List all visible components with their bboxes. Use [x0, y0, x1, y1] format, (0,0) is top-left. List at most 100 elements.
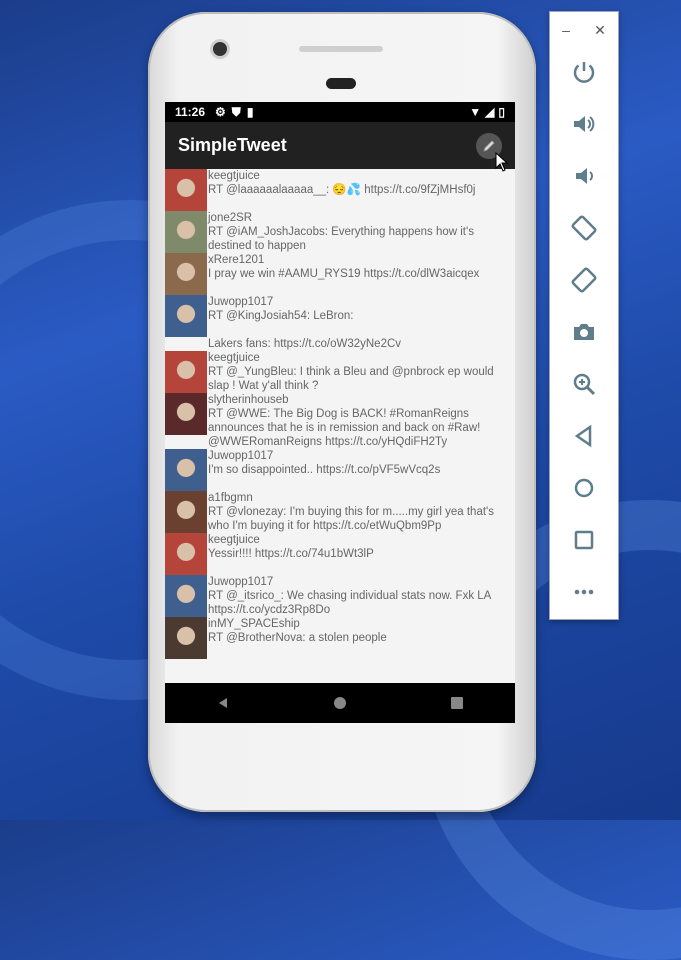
tweet-item[interactable]: Juwopp1017 RT @_itsrico_: We chasing indi… [165, 575, 515, 617]
tweet-text: RT @WWE: The Big Dog is BACK! #RomanReig… [208, 408, 481, 448]
tweet-body: keegtjuice RT @laaaaaalaaaaa__: 😔💦 https:… [207, 169, 475, 211]
camera-icon [574, 324, 594, 340]
tweet-text: RT @KingJosiah54: LeBron: [208, 310, 354, 322]
home-nav-icon[interactable] [333, 696, 347, 710]
tweet-handle: keegtjuice [208, 352, 260, 364]
tweet-body: xRere1201 I pray we win #AAMU_RYS19 https… [207, 253, 479, 295]
tweet-handle: jone2SR [208, 212, 253, 224]
settings-icon: ⚙ [215, 105, 226, 119]
earpiece-speaker [299, 46, 383, 52]
tweet-handle: Juwopp1017 [208, 296, 274, 308]
tweet-handle: keegtjuice [208, 170, 260, 182]
tweet-handle: Juwopp1017 [208, 450, 274, 462]
rotate-right-button[interactable] [550, 254, 618, 306]
tweet-handle: inMY_SPACEship [208, 618, 300, 630]
overview-icon [574, 530, 594, 550]
tweet-body: a1fbgmn RT @vlonezay: I'm buying this for… [207, 491, 515, 533]
home-icon [574, 478, 594, 498]
tweet-text: I pray we win #AAMU_RYS19 https://t.co/d… [208, 268, 480, 280]
tweet-item[interactable]: slytherinhouseb RT @WWE: The Big Dog is B… [165, 393, 515, 449]
tweet-text: Yessir!!!! https://t.co/74u1bWt3lP [208, 548, 374, 560]
tweet-item[interactable]: jone2SR RT @iAM_JoshJacobs: Everything ha… [165, 211, 515, 253]
tweet-item[interactable]: keegtjuice Yessir!!!! https://t.co/74u1bW… [165, 533, 515, 575]
power-button[interactable] [550, 46, 618, 98]
tweet-body: Juwopp1017 I'm so disappointed.. https://… [207, 449, 440, 491]
app-title: SimpleTweet [178, 135, 287, 155]
tweet-body: Juwopp1017 RT @KingJosiah54: LeBron: [207, 295, 354, 337]
close-button[interactable]: ✕ [594, 22, 606, 46]
tweet-item[interactable]: Juwopp1017 RT @KingJosiah54: LeBron: [165, 295, 515, 337]
avatar [165, 491, 207, 533]
back-nav-icon[interactable] [216, 696, 230, 710]
avatar [165, 253, 207, 295]
tweet-handle: a1fbgmn [208, 492, 253, 504]
status-time: 11:26 [175, 105, 206, 119]
tweet-text: RT @_YungBleu: I think a Bleu and @pnbro… [208, 366, 494, 392]
tweet-timeline[interactable]: keegtjuice RT @laaaaaalaaaaa__: 😔💦 https:… [165, 169, 515, 681]
zoom-button[interactable] [550, 358, 618, 410]
android-nav-bar [165, 683, 515, 723]
avatar [165, 393, 207, 435]
phone-screen: 11:26 ⚙ ⛊ ▮ ▼ ◢ ▯ SimpleTweet keegtjuice… [165, 102, 515, 723]
more-icon [574, 589, 594, 595]
tweet-item[interactable]: keegtjuice RT @_YungBleu: I think a Bleu … [165, 351, 515, 393]
avatar [165, 533, 207, 575]
wifi-icon: ▼ [469, 105, 482, 119]
tweet-handle: keegtjuice [208, 534, 260, 546]
minimize-button[interactable]: – [562, 22, 570, 46]
tweet-text: Lakers fans: https://t.co/oW32yNe2Cv [208, 338, 402, 350]
proximity-sensor [326, 78, 356, 89]
volume-down-icon [576, 168, 593, 184]
tweet-item[interactable]: a1fbgmn RT @vlonezay: I'm buying this for… [165, 491, 515, 533]
app-bar: SimpleTweet [165, 122, 515, 169]
avatar [165, 575, 207, 617]
avatar [165, 449, 207, 491]
tweet-item[interactable]: Lakers fans: https://t.co/oW32yNe2Cv [165, 337, 515, 351]
avatar [165, 211, 207, 253]
tweet-item[interactable]: inMY_SPACEship RT @BrotherNova: a stolen … [165, 617, 515, 659]
avatar [165, 295, 207, 337]
status-bar: 11:26 ⚙ ⛊ ▮ ▼ ◢ ▯ [165, 102, 515, 122]
tweet-item[interactable]: xRere1201 I pray we win #AAMU_RYS19 https… [165, 253, 515, 295]
sd-card-icon: ▮ [246, 105, 254, 119]
mouse-cursor [495, 152, 509, 172]
tweet-text: RT @vlonezay: I'm buying this for m.....… [208, 506, 494, 532]
home-button[interactable] [550, 462, 618, 514]
avatar [165, 337, 207, 351]
tweet-text: RT @_itsrico_: We chasing individual sta… [208, 590, 491, 616]
back-button[interactable] [550, 410, 618, 462]
volume-down-button[interactable] [550, 150, 618, 202]
tweet-body: Lakers fans: https://t.co/oW32yNe2Cv [207, 337, 401, 351]
front-camera [213, 42, 227, 56]
tweet-text: RT @BrotherNova: a stolen people [208, 632, 387, 644]
rotate-right-icon [571, 267, 597, 293]
tweet-text: RT @iAM_JoshJacobs: Everything happens h… [208, 226, 474, 252]
tweet-item[interactable]: keegtjuice RT @laaaaaalaaaaa__: 😔💦 https:… [165, 169, 515, 211]
tweet-body: inMY_SPACEship RT @BrotherNova: a stolen … [207, 617, 387, 659]
recents-nav-icon[interactable] [450, 696, 464, 710]
avatar [165, 351, 207, 393]
tweet-text: RT @laaaaaalaaaaa__: 😔💦 https://t.co/9fZ… [208, 184, 476, 196]
tweet-text: I'm so disappointed.. https://t.co/pVF5w… [208, 464, 441, 476]
tweet-body: jone2SR RT @iAM_JoshJacobs: Everything ha… [207, 211, 515, 253]
tweet-body: slytherinhouseb RT @WWE: The Big Dog is B… [207, 393, 515, 449]
tweet-item[interactable]: Juwopp1017 I'm so disappointed.. https://… [165, 449, 515, 491]
signal-icon: ◢ [485, 105, 495, 119]
tweet-body: keegtjuice Yessir!!!! https://t.co/74u1bW… [207, 533, 374, 575]
zoom-icon [573, 373, 596, 396]
tweet-handle: xRere1201 [208, 254, 265, 266]
power-icon [573, 62, 595, 83]
overview-button[interactable] [550, 514, 618, 566]
back-icon [574, 424, 592, 448]
emulator-toolbar: – ✕ [549, 11, 619, 620]
rotate-left-button[interactable] [550, 202, 618, 254]
avatar [165, 617, 207, 659]
avatar [165, 169, 207, 211]
more-button[interactable] [550, 566, 618, 618]
volume-up-button[interactable] [550, 98, 618, 150]
tweet-handle: slytherinhouseb [208, 394, 289, 406]
screenshot-button[interactable] [550, 306, 618, 358]
tweet-body: keegtjuice RT @_YungBleu: I think a Bleu … [207, 351, 515, 393]
tweet-handle: Juwopp1017 [208, 576, 274, 588]
shield-icon: ⛊ [231, 104, 241, 119]
